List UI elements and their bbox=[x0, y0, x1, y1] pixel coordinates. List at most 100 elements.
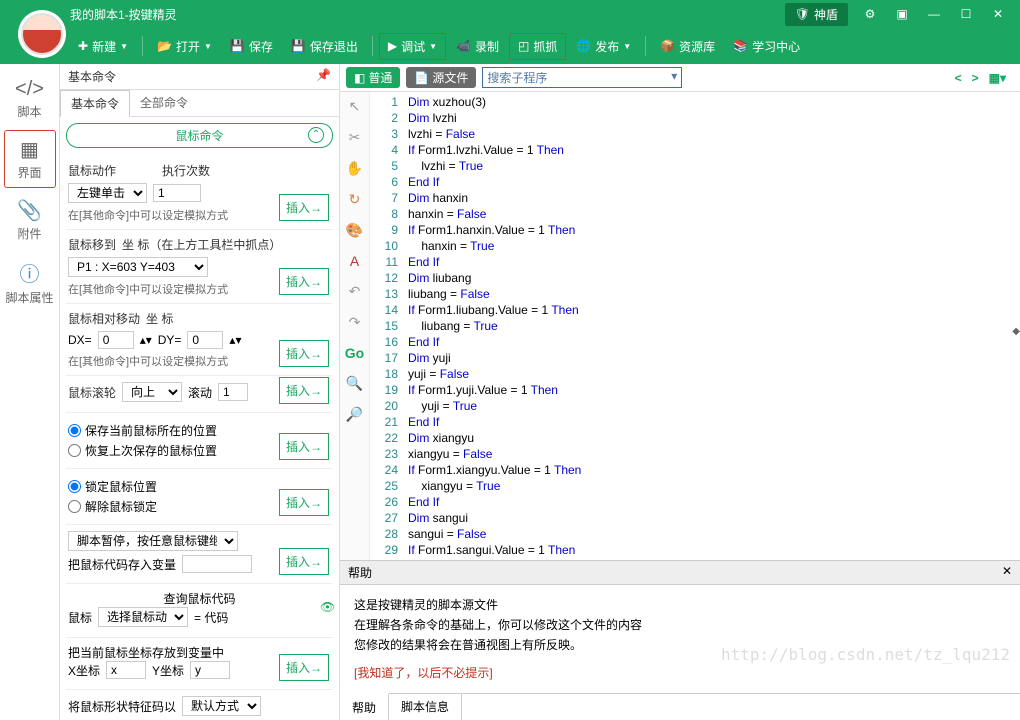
side-panel: 基本命令📌 基本命令 全部命令 鼠标命令⌃ 鼠标动作执行次数 左键单击 在[其他… bbox=[60, 64, 340, 720]
view-source-button[interactable]: 📄源文件 bbox=[406, 67, 476, 88]
avatar[interactable] bbox=[18, 10, 66, 58]
save-button[interactable]: 💾保存 bbox=[222, 34, 281, 59]
insert-button[interactable]: 插入→ bbox=[279, 377, 329, 404]
dx-input[interactable] bbox=[98, 331, 134, 349]
debug-button[interactable]: ▶调试▼ bbox=[379, 33, 446, 60]
publish-button[interactable]: 🌐发布▼ bbox=[568, 34, 639, 59]
titlebar: 我的脚本1-按键精灵 🛡神盾 ⚙ ▣ — ☐ ✕ bbox=[0, 0, 1020, 28]
palette-icon[interactable]: 🎨 bbox=[346, 222, 363, 239]
coord-select[interactable]: P1 : X=603 Y=403 bbox=[68, 257, 208, 277]
exec-count-input[interactable] bbox=[153, 184, 201, 202]
insert-button[interactable]: 插入→ bbox=[279, 548, 329, 575]
close-icon[interactable]: ✕ bbox=[988, 4, 1008, 24]
resource-button[interactable]: 📦资源库 bbox=[652, 34, 723, 59]
hand-icon[interactable]: ✋ bbox=[346, 160, 363, 177]
code-editor[interactable]: ◆ 1Dim xuzhou(3)2Dim lvzhi3lvzhi = False… bbox=[370, 92, 1020, 560]
prev-icon[interactable]: < bbox=[955, 71, 962, 85]
layout-icon[interactable]: ▦▾ bbox=[989, 71, 1006, 85]
insert-button[interactable]: 插入→ bbox=[279, 489, 329, 516]
undo-icon[interactable]: ↶ bbox=[349, 283, 361, 300]
stepper-icon[interactable]: ▴▾ bbox=[229, 333, 241, 347]
refresh-icon[interactable]: ↻ bbox=[349, 191, 361, 208]
tab-help[interactable]: 帮助 bbox=[340, 693, 389, 720]
rail-ui[interactable]: ▦界面 bbox=[4, 130, 56, 188]
view-normal-button[interactable]: ◧普通 bbox=[346, 67, 400, 88]
restore-pos-radio[interactable] bbox=[68, 444, 81, 457]
maximize-icon[interactable]: ☐ bbox=[956, 4, 976, 24]
next-icon[interactable]: > bbox=[972, 71, 979, 85]
lock-pos-radio[interactable] bbox=[68, 480, 81, 493]
var-input[interactable] bbox=[182, 555, 252, 573]
save-icon: 💾 bbox=[230, 39, 245, 53]
folder-icon: 📂 bbox=[157, 39, 172, 53]
window-icon: ◧ bbox=[354, 71, 365, 85]
font-icon[interactable]: A bbox=[350, 253, 359, 269]
insert-button[interactable]: 插入→ bbox=[279, 654, 329, 681]
go-icon[interactable]: Go bbox=[345, 345, 364, 361]
chevron-down-icon: ▾ bbox=[671, 69, 677, 86]
stepper-icon[interactable]: ▴▾ bbox=[140, 333, 152, 347]
cursor-icon[interactable]: ↖ bbox=[349, 98, 361, 115]
shield-button[interactable]: 🛡神盾 bbox=[785, 3, 848, 26]
mouse-action-select[interactable]: 左键单击 bbox=[68, 183, 147, 203]
tab-all[interactable]: 全部命令 bbox=[130, 90, 198, 116]
tab-basic[interactable]: 基本命令 bbox=[60, 90, 130, 117]
cmd-lock-pos: 锁定鼠标位置 解除鼠标锁定 插入→ bbox=[66, 469, 333, 525]
learn-button[interactable]: 📚学习中心 bbox=[725, 34, 808, 59]
tab-scriptinfo[interactable]: 脚本信息 bbox=[389, 694, 462, 720]
query-select[interactable]: 选择鼠标动作 bbox=[98, 607, 188, 627]
insert-button[interactable]: 插入→ bbox=[279, 433, 329, 460]
cmd-cursor-shape: 将鼠标形状特征码以默认方式 bbox=[66, 690, 333, 720]
unlock-pos-radio[interactable] bbox=[68, 500, 81, 513]
plus-icon: ✚ bbox=[78, 39, 88, 53]
category-mouse[interactable]: 鼠标命令⌃ bbox=[66, 123, 333, 148]
replace-icon[interactable]: 🔎 bbox=[346, 406, 363, 423]
scroll-marker: ◆ bbox=[1012, 326, 1020, 337]
save-pos-radio[interactable] bbox=[68, 424, 81, 437]
search-input[interactable]: 搜索子程序▾ bbox=[482, 67, 682, 88]
rail-script[interactable]: </>脚本 bbox=[4, 72, 56, 126]
chevron-down-icon: ▼ bbox=[429, 42, 437, 51]
open-button[interactable]: 📂打开▼ bbox=[149, 34, 220, 59]
code-icon: </> bbox=[4, 78, 56, 101]
grab-button[interactable]: ◰抓抓 bbox=[509, 33, 566, 60]
dismiss-link[interactable]: [我知道了，以后不必提示] bbox=[354, 663, 1006, 683]
info-icon: ⓘ bbox=[4, 258, 56, 287]
settings-icon[interactable]: ⚙ bbox=[860, 4, 880, 24]
dy-input[interactable] bbox=[187, 331, 223, 349]
window-title: 我的脚本1-按键精灵 bbox=[70, 6, 177, 23]
help-panel: 帮助✕ 👁 这是按键精灵的脚本源文件 在理解各条命令的基础上，你可以修改这个文件… bbox=[340, 560, 1020, 720]
insert-button[interactable]: 插入→ bbox=[279, 268, 329, 295]
saveexit-button[interactable]: 💾保存退出 bbox=[283, 34, 366, 59]
y-input[interactable] bbox=[190, 661, 230, 679]
eye-icon: 👁 bbox=[320, 597, 335, 617]
new-button[interactable]: ✚新建▼ bbox=[70, 34, 136, 59]
wheel-n-input[interactable] bbox=[218, 383, 248, 401]
editor-area: ◧普通 📄源文件 搜索子程序▾ < > ▦▾ ↖ ✂ ✋ ↻ 🎨 A ↶ ↷ G… bbox=[340, 64, 1020, 720]
insert-button[interactable]: 插入→ bbox=[279, 194, 329, 221]
cut-icon[interactable]: ✂ bbox=[349, 129, 361, 146]
redo-icon[interactable]: ↷ bbox=[349, 314, 361, 331]
record-button[interactable]: 📹录制 bbox=[448, 34, 507, 59]
wheel-dir-select[interactable]: 向上 bbox=[122, 382, 182, 402]
x-input[interactable] bbox=[106, 661, 146, 679]
side-title: 基本命令 bbox=[68, 68, 116, 85]
pause-select[interactable]: 脚本暂停，按任意鼠标键继续 bbox=[68, 531, 238, 551]
chevron-down-icon: ▼ bbox=[623, 42, 631, 51]
collapse-icon[interactable]: ⌃ bbox=[308, 127, 324, 143]
close-icon[interactable]: ✕ bbox=[1002, 564, 1012, 581]
cmd-mouse-wheel: 鼠标滚轮 向上 滚动 插入→ bbox=[66, 376, 333, 413]
shield-icon: 🛡 bbox=[795, 7, 810, 21]
rail-props[interactable]: ⓘ脚本属性 bbox=[4, 252, 56, 312]
help-title: 帮助 bbox=[348, 564, 372, 581]
find-icon[interactable]: 🔍 bbox=[346, 375, 363, 392]
cmd-mouse-move: 鼠标移到坐 标（在上方工具栏中抓点） P1 : X=603 Y=403 在[其他… bbox=[66, 230, 333, 304]
rail-attach[interactable]: 📎附件 bbox=[4, 192, 56, 248]
pin-icon[interactable]: 📌 bbox=[316, 68, 331, 85]
shape-mode-select[interactable]: 默认方式 bbox=[182, 696, 261, 716]
minimize-icon[interactable]: — bbox=[924, 4, 944, 24]
editor-gutter: ↖ ✂ ✋ ↻ 🎨 A ↶ ↷ Go 🔍 🔎 bbox=[340, 92, 370, 560]
restore-icon[interactable]: ▣ bbox=[892, 4, 912, 24]
cmd-query-code: 查询鼠标代码 鼠标 选择鼠标动作 = 代码 bbox=[66, 584, 333, 638]
insert-button[interactable]: 插入→ bbox=[279, 340, 329, 367]
